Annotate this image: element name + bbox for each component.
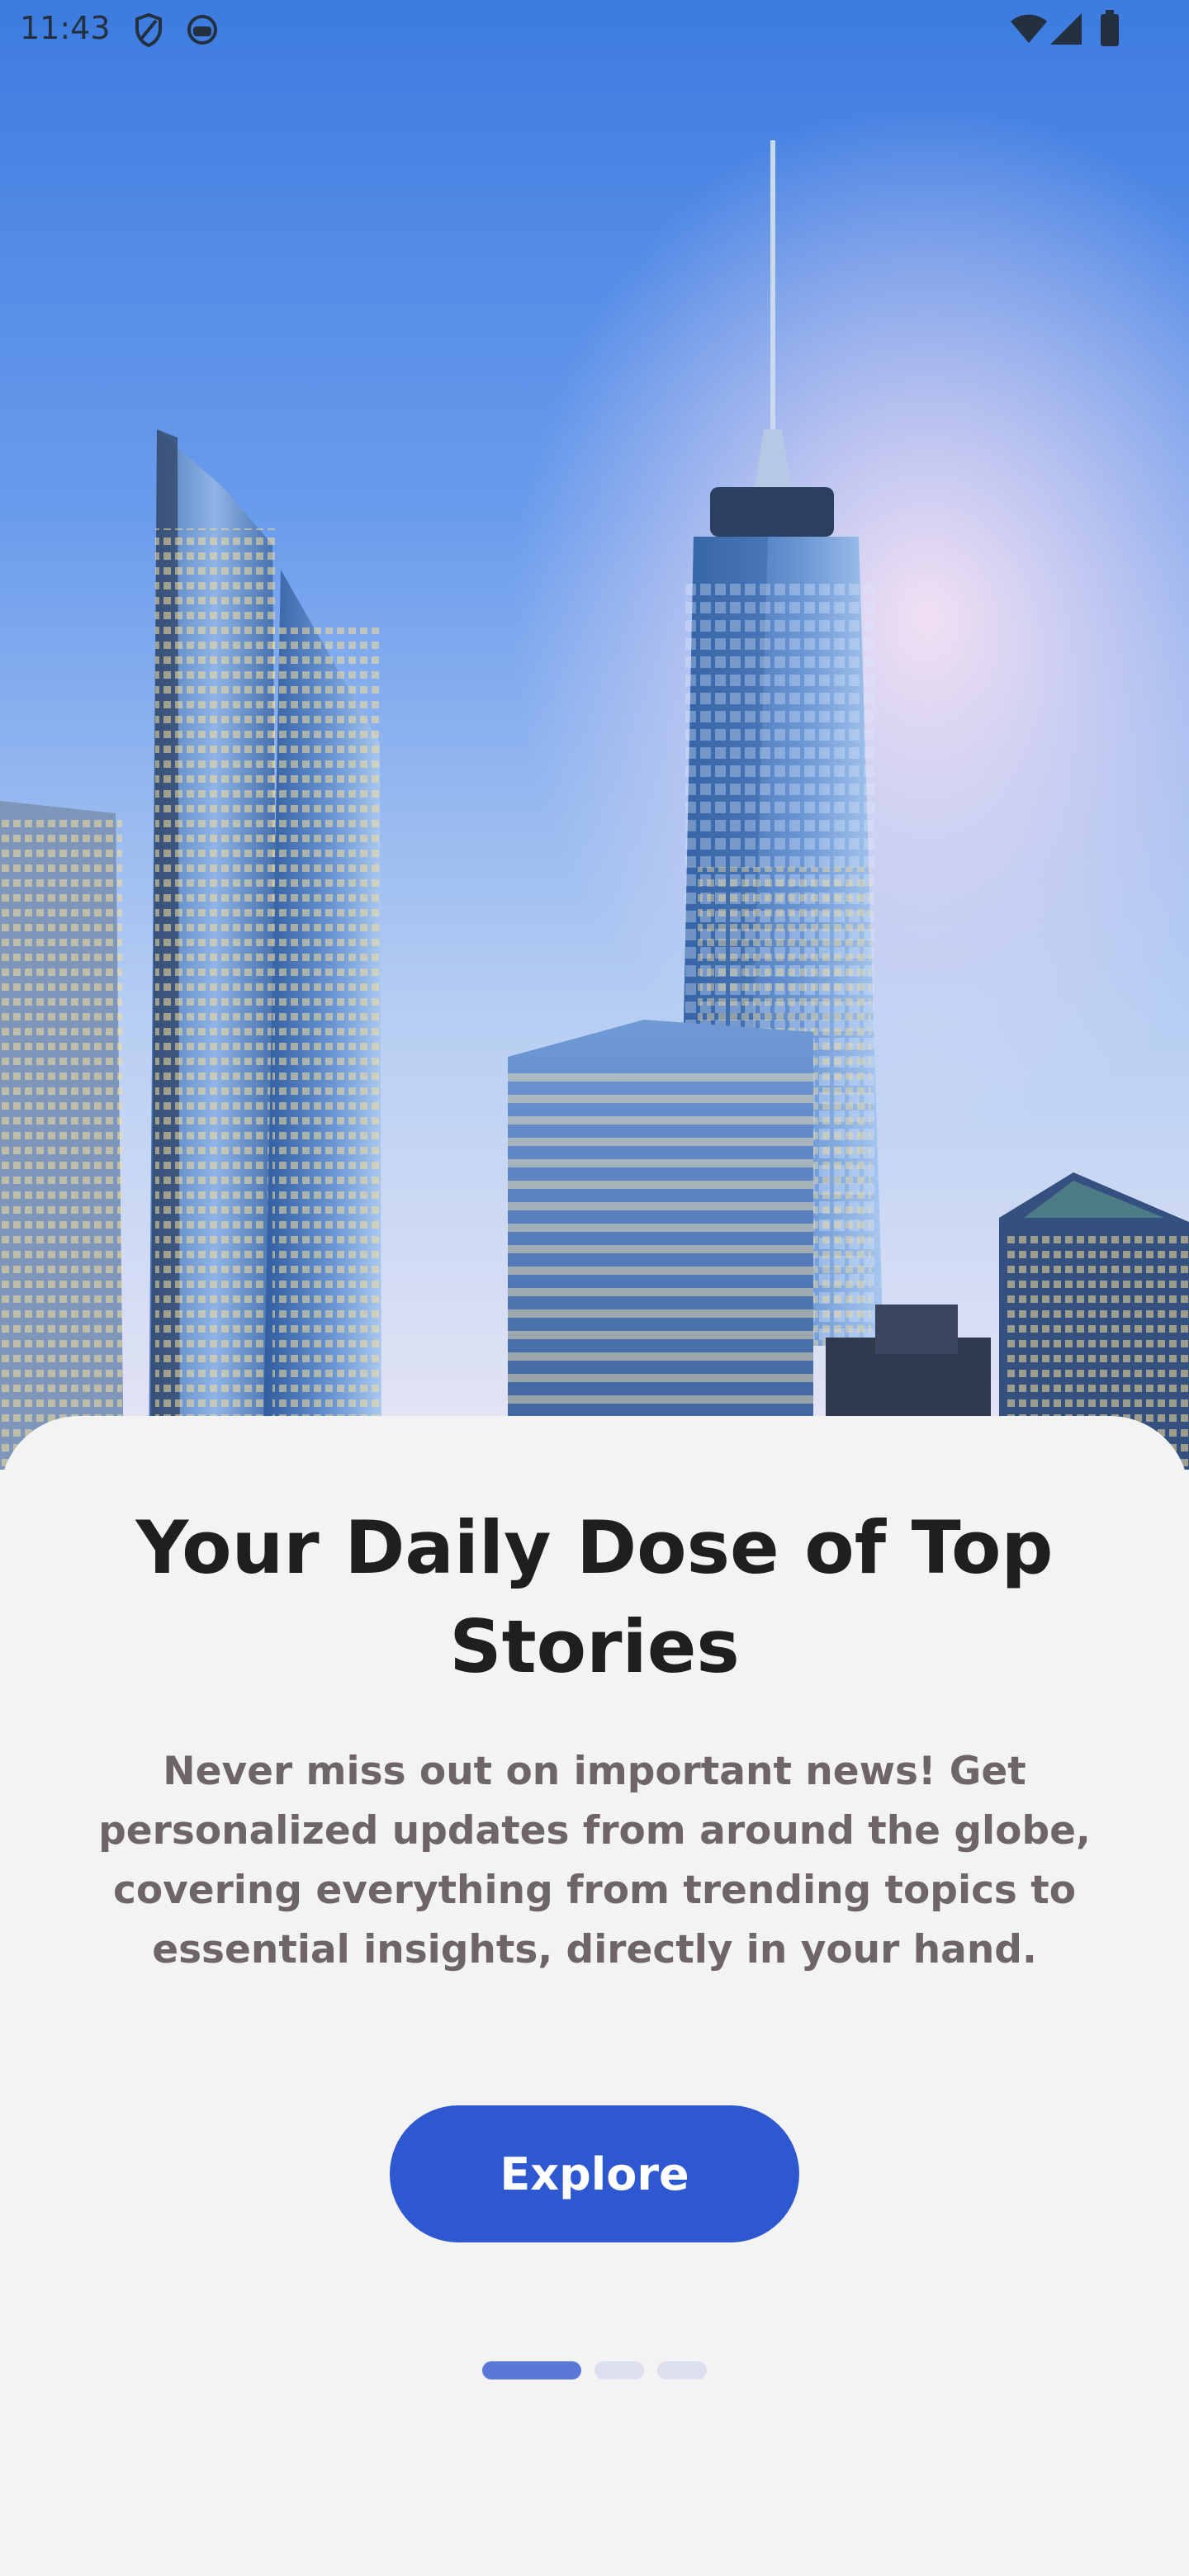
hero-skyline-image (0, 0, 1189, 1470)
page-dot-active[interactable] (482, 2361, 581, 2379)
explore-button[interactable]: Explore (390, 2105, 799, 2242)
onboarding-sheet: Your Daily Dose of Top Stories Never mis… (0, 1416, 1189, 2576)
onboarding-description: Never miss out on important news! Get pe… (98, 1749, 1091, 1972)
wifi-icon (1009, 13, 1049, 48)
page-dot[interactable] (594, 2361, 644, 2379)
shield-outline-icon (132, 12, 165, 51)
onboarding-title: Your Daily Dose of Top Stories (135, 1505, 1054, 1689)
status-time: 11:43 (20, 10, 111, 46)
page-dot[interactable] (657, 2361, 707, 2379)
cellular-signal-icon (1050, 13, 1083, 48)
onboarding-screen: 11:43 Your Daily Dose of Top Stories Nev… (0, 0, 1189, 2576)
status-bar: 11:43 (0, 0, 1189, 59)
battery-icon (1100, 10, 1120, 50)
app-robot-icon (185, 12, 220, 51)
